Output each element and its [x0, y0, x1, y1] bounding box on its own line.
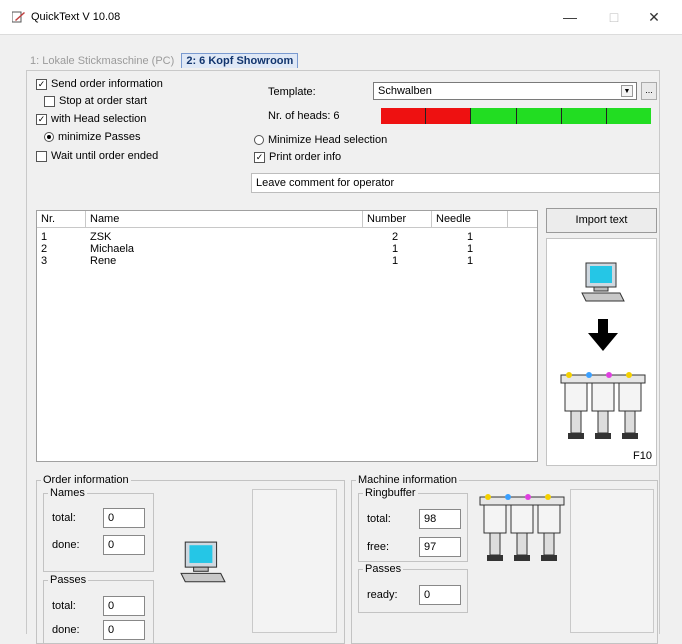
passes-total-field: 0	[103, 596, 145, 616]
cell-needle: 1	[467, 231, 474, 243]
template-value: Schwalben	[378, 85, 432, 97]
chevron-down-icon: ▼	[621, 85, 633, 97]
column-header-number[interactable]: Number	[363, 211, 432, 228]
column-header-nr[interactable]: Nr.	[37, 211, 86, 228]
machine-preview-box	[570, 489, 654, 633]
template-browse-button[interactable]: ...	[641, 82, 657, 100]
names-total-field: 0	[103, 508, 145, 528]
head-status-5[interactable]	[561, 108, 607, 124]
machine-information-title: Machine information	[358, 474, 458, 486]
cell-nr: 2	[41, 243, 48, 255]
checkbox-box: ✓	[36, 113, 47, 125]
stop-at-order-start-checkbox[interactable]: Stop at order start	[44, 95, 147, 107]
passes-done-label: done:	[52, 624, 80, 636]
radio-dot	[44, 132, 54, 143]
embroidery-machine-icon	[474, 493, 570, 576]
computer-icon	[580, 261, 626, 310]
head-status-bar[interactable]	[381, 108, 652, 124]
machine-passes-ready-label: ready:	[367, 589, 398, 601]
ringbuffer-total-label: total:	[367, 513, 391, 525]
window-title: QuickText V 10.08	[31, 11, 121, 23]
cell-name: Michaela	[90, 243, 135, 255]
names-group: Names	[43, 487, 154, 572]
radio-dot	[254, 135, 264, 146]
minimize-passes-radio[interactable]: minimize Passes	[44, 131, 141, 143]
cell-nr: 1	[41, 231, 48, 243]
passes-total-label: total:	[52, 600, 76, 612]
names-total-label: total:	[52, 512, 76, 524]
send-order-info-checkbox[interactable]: ✓ Send order information	[36, 78, 163, 90]
with-head-selection-checkbox[interactable]: ✓ with Head selection	[36, 113, 146, 125]
minimize-head-selection-radio[interactable]: Minimize Head selection	[254, 134, 387, 146]
order-information-title: Order information	[43, 474, 129, 486]
passes-done-field: 0	[103, 620, 145, 640]
names-done-label: done:	[52, 539, 80, 551]
passes-title: Passes	[50, 574, 87, 586]
title-bar: QuickText V 10.08 — □ ✕	[0, 0, 682, 35]
ringbuffer-free-field: 97	[419, 537, 461, 557]
machine-passes-title: Passes	[365, 563, 402, 575]
cell-needle: 1	[467, 255, 474, 267]
print-order-info-checkbox[interactable]: ✓ Print order info	[254, 151, 341, 163]
quicktext-app-icon	[11, 11, 26, 23]
checkbox-box: ✓	[254, 151, 265, 163]
tab-strip: 1: Lokale Stickmaschine (PC) 2: 6 Kopf S…	[26, 53, 299, 71]
tab-local-machine[interactable]: 1: Lokale Stickmaschine (PC)	[26, 54, 178, 68]
column-header-empty	[508, 211, 537, 228]
minimize-button[interactable]: —	[548, 6, 592, 28]
cell-nr: 3	[41, 255, 48, 267]
names-table[interactable]: Nr. Name Number Needle 1 ZSK 2 1 2 Micha…	[36, 210, 538, 462]
operator-comment-input[interactable]: Leave comment for operator	[251, 173, 660, 193]
cell-number: 1	[392, 255, 399, 267]
names-done-field: 0	[103, 535, 145, 555]
embroidery-machine-icon	[559, 371, 647, 454]
computer-icon	[178, 540, 228, 591]
head-status-3[interactable]	[471, 108, 517, 124]
checkbox-box	[36, 150, 47, 162]
tab-showroom[interactable]: 2: 6 Kopf Showroom	[181, 53, 299, 68]
head-status-6[interactable]	[606, 108, 652, 124]
transfer-to-machine-button[interactable]: F10	[546, 238, 657, 466]
template-label: Template:	[268, 86, 316, 98]
cell-number: 2	[392, 231, 399, 243]
head-status-2[interactable]	[426, 108, 472, 124]
checkbox-box: ✓	[36, 78, 47, 90]
maximize-button[interactable]: □	[592, 6, 636, 28]
ringbuffer-title: Ringbuffer	[365, 487, 416, 499]
heads-count-label: Nr. of heads: 6	[268, 110, 340, 122]
template-select[interactable]: Schwalben ▼	[373, 82, 637, 100]
cell-needle: 1	[467, 243, 474, 255]
ringbuffer-free-label: free:	[367, 541, 390, 553]
close-button[interactable]: ✕	[632, 6, 676, 28]
cell-name: ZSK	[90, 231, 112, 243]
ringbuffer-total-field: 98	[419, 509, 461, 529]
order-preview-box	[252, 489, 337, 633]
column-header-needle[interactable]: Needle	[432, 211, 508, 228]
head-status-4[interactable]	[516, 108, 562, 124]
column-header-name[interactable]: Name	[86, 211, 363, 228]
cell-name: Rene	[90, 255, 117, 267]
arrow-down-icon	[588, 319, 618, 354]
hotkey-label: F10	[633, 450, 652, 462]
checkbox-box	[44, 95, 55, 107]
import-text-button[interactable]: Import text	[546, 208, 657, 233]
wait-until-order-ended-checkbox[interactable]: Wait until order ended	[36, 150, 158, 162]
cell-number: 1	[392, 243, 399, 255]
names-title: Names	[50, 487, 85, 499]
machine-passes-ready-field: 0	[419, 585, 461, 605]
head-status-1[interactable]	[381, 108, 427, 124]
